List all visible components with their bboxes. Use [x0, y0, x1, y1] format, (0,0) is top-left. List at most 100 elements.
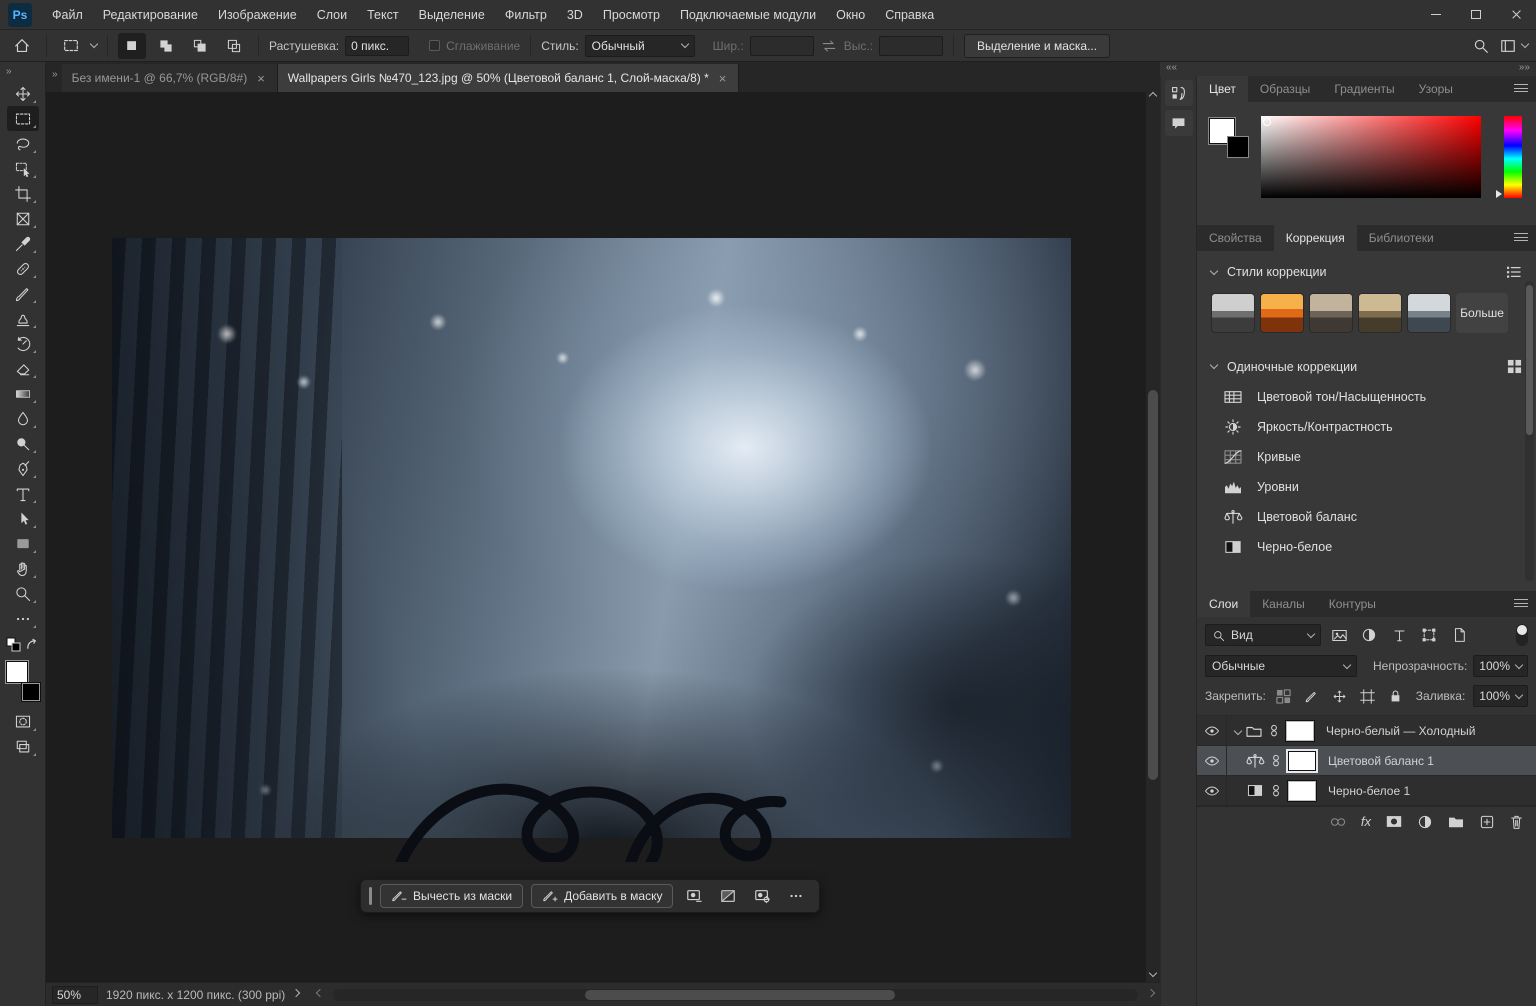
menu-3d[interactable]: 3D	[557, 0, 593, 30]
tab-channels[interactable]: Каналы	[1250, 591, 1317, 617]
tab-color[interactable]: Цвет	[1197, 76, 1248, 102]
adjustment-curves[interactable]: Кривые	[1197, 442, 1536, 472]
brush-tool[interactable]	[7, 281, 39, 306]
frame-tool[interactable]	[7, 206, 39, 231]
scroll-down-arrow[interactable]	[1149, 969, 1157, 977]
swap-colors-icon[interactable]	[25, 637, 40, 652]
document-tab-untitled[interactable]: Без имени-1 @ 66,7% (RGB/8#) ×	[62, 64, 278, 92]
adjustment-levels[interactable]: Уровни	[1197, 472, 1536, 502]
preset-thumbnail-1[interactable]	[1211, 293, 1255, 333]
feather-input[interactable]	[345, 36, 409, 56]
horizontal-scrollbar[interactable]	[333, 989, 1138, 1001]
tab-properties[interactable]: Свойства	[1197, 225, 1274, 251]
menu-view[interactable]: Просмотр	[593, 0, 670, 30]
blur-tool[interactable]	[7, 406, 39, 431]
visibility-toggle[interactable]	[1197, 776, 1227, 805]
layer-mask-options-button[interactable]	[681, 884, 707, 908]
document-image[interactable]	[112, 238, 1071, 838]
adjustment-brightness-contrast[interactable]: Яркость/Контрастность	[1197, 412, 1536, 442]
minimize-button[interactable]	[1416, 0, 1456, 30]
preset-thumbnail-2[interactable]	[1260, 293, 1304, 333]
adjustments-scrollbar[interactable]	[1525, 281, 1534, 581]
maximize-button[interactable]	[1456, 0, 1496, 30]
toolbar-collapse-chevron[interactable]: »	[6, 66, 11, 77]
selection-subtract-button[interactable]	[186, 33, 214, 59]
chevron-down-icon[interactable]	[1521, 40, 1529, 48]
layer-mask-thumbnail[interactable]	[1288, 781, 1316, 801]
pen-tool[interactable]	[7, 456, 39, 481]
more-presets-button[interactable]: Больше	[1456, 293, 1508, 333]
spot-healing-tool[interactable]	[7, 256, 39, 281]
tab-close-icon[interactable]: ×	[255, 71, 267, 86]
list-view-icon[interactable]	[1506, 265, 1522, 279]
lock-transparency-button[interactable]	[1274, 687, 1294, 705]
dodge-tool[interactable]	[7, 431, 39, 456]
collapse-dock-left-chevron[interactable]: ««	[1166, 62, 1177, 73]
background-color-swatch[interactable]	[1227, 136, 1249, 158]
move-tool[interactable]	[7, 81, 39, 106]
layer-row-black-white[interactable]: Черно-белое 1	[1197, 776, 1536, 806]
menu-edit[interactable]: Редактирование	[93, 0, 208, 30]
menu-window[interactable]: Окно	[826, 0, 875, 30]
swap-colors-widget[interactable]	[6, 637, 40, 653]
filter-shape-layers-button[interactable]	[1417, 624, 1441, 646]
eraser-tool[interactable]	[7, 356, 39, 381]
panel-menu-icon[interactable]	[1514, 233, 1528, 244]
new-group-icon[interactable]	[1447, 815, 1465, 829]
tabbar-overflow-chevron[interactable]: »	[52, 69, 58, 80]
selection-new-button[interactable]	[118, 33, 146, 59]
rectangle-shape-tool[interactable]	[7, 531, 39, 556]
zoom-level-input[interactable]	[52, 986, 98, 1004]
blend-mode-select[interactable]: Обычные	[1205, 655, 1357, 677]
select-and-mask-button[interactable]: Выделение и маска...	[964, 34, 1110, 58]
search-button[interactable]	[1466, 33, 1494, 59]
menu-file[interactable]: Файл	[42, 0, 93, 30]
fill-input[interactable]: 100%	[1473, 685, 1528, 707]
home-button[interactable]	[8, 33, 36, 59]
group-expand-chevron[interactable]	[1234, 726, 1242, 734]
menu-plugins[interactable]: Подключаемые модули	[670, 0, 826, 30]
menu-help[interactable]: Справка	[875, 0, 944, 30]
tool-preset-button[interactable]	[57, 33, 85, 59]
lock-pixels-button[interactable]	[1302, 687, 1322, 705]
saturation-brightness-field[interactable]	[1261, 116, 1481, 198]
menu-image[interactable]: Изображение	[208, 0, 307, 30]
color-picker-cursor[interactable]	[1263, 118, 1271, 126]
scroll-up-arrow[interactable]	[1149, 92, 1157, 100]
opacity-input[interactable]: 100%	[1473, 655, 1528, 677]
tab-close-icon[interactable]: ×	[717, 71, 729, 86]
background-color-swatch[interactable]	[22, 683, 40, 701]
delete-layer-icon[interactable]	[1509, 814, 1524, 830]
vertical-scroll-thumb[interactable]	[1148, 390, 1158, 780]
lock-artboard-button[interactable]	[1358, 687, 1378, 705]
path-selection-tool[interactable]	[7, 506, 39, 531]
export-panel-button[interactable]	[1165, 80, 1193, 106]
layer-filter-toggle[interactable]	[1516, 624, 1528, 646]
rectangular-marquee-tool[interactable]	[7, 106, 39, 131]
tab-layers[interactable]: Слои	[1197, 591, 1250, 617]
object-selection-tool[interactable]	[7, 156, 39, 181]
lasso-tool[interactable]	[7, 131, 39, 156]
comments-panel-button[interactable]	[1165, 110, 1193, 136]
default-colors-icon[interactable]	[6, 637, 22, 653]
lock-position-button[interactable]	[1330, 687, 1350, 705]
more-options-button[interactable]	[783, 884, 809, 908]
tab-swatches[interactable]: Образцы	[1248, 76, 1322, 102]
smoothing-checkbox[interactable]	[429, 40, 440, 51]
new-layer-icon[interactable]	[1479, 814, 1495, 830]
screen-mode-button[interactable]	[7, 734, 39, 759]
filter-adjustment-layers-button[interactable]	[1357, 624, 1381, 646]
preset-thumbnail-4[interactable]	[1358, 293, 1402, 333]
layer-row-color-balance[interactable]: Цветовой баланс 1	[1197, 746, 1536, 776]
menu-type[interactable]: Текст	[357, 0, 408, 30]
adjustments-scroll-thumb[interactable]	[1526, 285, 1533, 435]
tab-gradients[interactable]: Градиенты	[1322, 76, 1406, 102]
foreground-color-swatch[interactable]	[6, 661, 28, 683]
drag-handle[interactable]	[369, 887, 372, 905]
invert-mask-button[interactable]	[715, 884, 741, 908]
mask-settings-button[interactable]	[749, 884, 775, 908]
hue-slider-marker[interactable]	[1496, 190, 1502, 198]
hand-tool[interactable]	[7, 556, 39, 581]
gradient-tool[interactable]	[7, 381, 39, 406]
scroll-left-arrow[interactable]	[316, 989, 324, 997]
